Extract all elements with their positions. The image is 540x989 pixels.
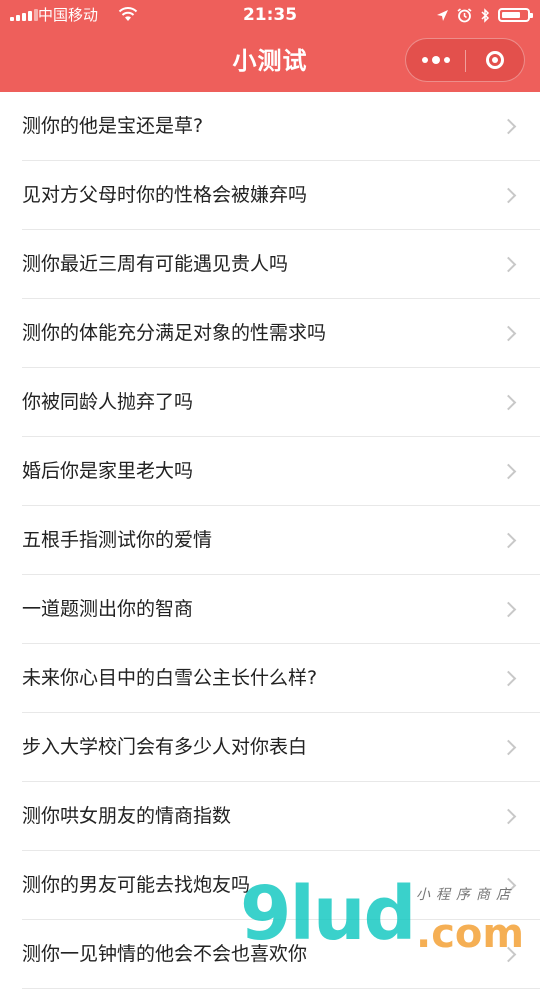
chevron-right-icon xyxy=(500,532,517,549)
list-item-label: 测你的男友可能去找炮友吗 xyxy=(22,874,251,896)
chevron-right-icon xyxy=(500,118,517,135)
status-icons xyxy=(436,5,533,25)
alarm-clock-icon xyxy=(457,7,472,22)
list-item-label: 测你一见钟情的他会不会也喜欢你 xyxy=(22,943,308,965)
list-item-label: 测你最近三周有可能遇见贵人吗 xyxy=(22,253,289,275)
chevron-right-icon xyxy=(500,463,517,480)
list-item[interactable]: 测你的男友可能去找炮友吗 xyxy=(22,851,540,920)
list-item-label: 你被同龄人抛弃了吗 xyxy=(22,391,194,413)
list-item-label: 未来你心目中的白雪公主长什么样? xyxy=(22,667,318,689)
location-arrow-icon xyxy=(437,9,448,21)
list-item[interactable]: 测你最近三周有可能遇见贵人吗 xyxy=(22,230,540,299)
list-item[interactable]: 步入大学校门会有多少人对你表白 xyxy=(22,713,540,782)
status-bar: 中国移动 21:35 xyxy=(0,0,540,30)
quiz-list: 测你的他是宝还是草? 见对方父母时你的性格会被嫌弃吗 测你最近三周有可能遇见贵人… xyxy=(0,92,540,989)
list-item-label: 见对方父母时你的性格会被嫌弃吗 xyxy=(22,184,308,206)
chevron-right-icon xyxy=(500,394,517,411)
chevron-right-icon xyxy=(500,670,517,687)
list-item[interactable]: 测你哄女朋友的情商指数 xyxy=(22,782,540,851)
list-item-label: 测你的体能充分满足对象的性需求吗 xyxy=(22,322,327,344)
list-item-label: 测你哄女朋友的情商指数 xyxy=(22,805,232,827)
list-item[interactable]: 婚后你是家里老大吗 xyxy=(22,437,540,506)
close-ring-icon[interactable] xyxy=(466,39,524,81)
chevron-right-icon xyxy=(500,601,517,618)
capsule-menu xyxy=(405,38,525,82)
bluetooth-icon xyxy=(481,7,490,23)
list-item[interactable]: 见对方父母时你的性格会被嫌弃吗 xyxy=(22,161,540,230)
chevron-right-icon xyxy=(500,325,517,342)
list-item-label: 五根手指测试你的爱情 xyxy=(22,529,213,551)
list-item[interactable]: 一道题测出你的智商 xyxy=(22,575,540,644)
list-item[interactable]: 你被同龄人抛弃了吗 xyxy=(22,368,540,437)
chevron-right-icon xyxy=(500,739,517,756)
list-item-label: 步入大学校门会有多少人对你表白 xyxy=(22,736,308,758)
list-item-label: 一道题测出你的智商 xyxy=(22,598,194,620)
list-item-label: 测你的他是宝还是草? xyxy=(22,115,204,137)
battery-icon xyxy=(498,8,533,22)
list-item[interactable]: 未来你心目中的白雪公主长什么样? xyxy=(22,644,540,713)
chevron-right-icon xyxy=(500,808,517,825)
chevron-right-icon xyxy=(500,256,517,273)
nav-bar: 小测试 xyxy=(0,30,540,92)
list-item[interactable]: 测你的他是宝还是草? xyxy=(22,92,540,161)
list-item[interactable]: 五根手指测试你的爱情 xyxy=(22,506,540,575)
list-item[interactable]: 测你一见钟情的他会不会也喜欢你 xyxy=(22,920,540,989)
chevron-right-icon xyxy=(500,187,517,204)
list-item[interactable]: 测你的体能充分满足对象的性需求吗 xyxy=(22,299,540,368)
chevron-right-icon xyxy=(500,877,517,894)
list-item-label: 婚后你是家里老大吗 xyxy=(22,460,194,482)
more-dots-icon[interactable] xyxy=(406,39,465,81)
